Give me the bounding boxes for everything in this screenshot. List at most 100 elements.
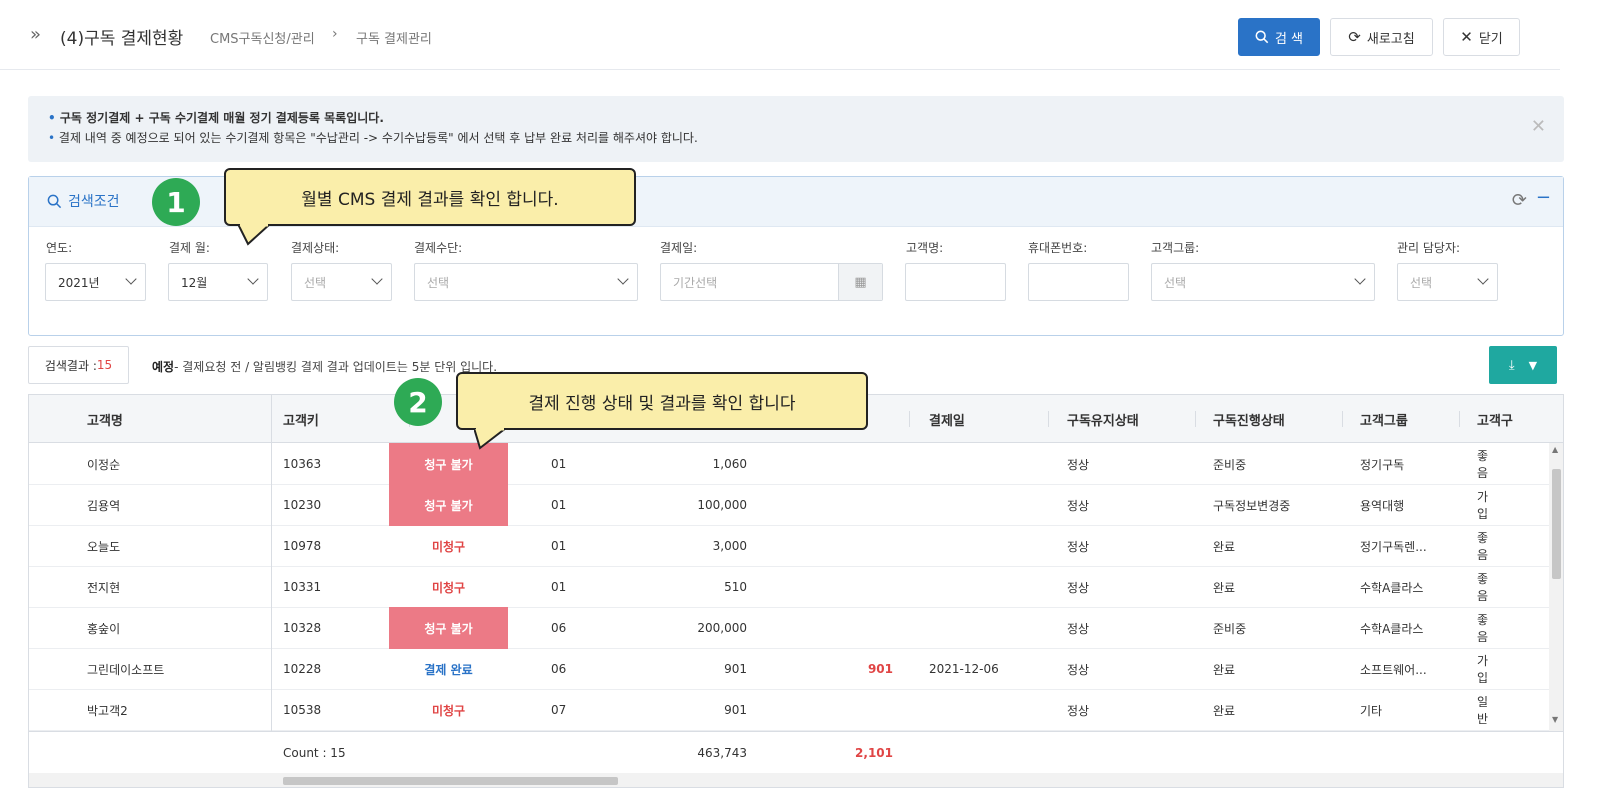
col-progress-status[interactable]: 구독진행상태: [1213, 395, 1285, 443]
col-keep-status[interactable]: 구독유지상태: [1067, 395, 1139, 443]
cell-amount: 510: [724, 580, 747, 594]
refresh-button[interactable]: ⟳ 새로고침: [1330, 18, 1433, 56]
notice-panel: 구독 정기결제 + 구독 수기결제 매월 정기 결제등록 목록입니다. 결제 내…: [28, 96, 1564, 162]
cell-extra: 좋음: [1477, 613, 1489, 644]
search-icon: [1255, 30, 1269, 44]
status-select[interactable]: 선택: [291, 263, 392, 301]
cell-amount: 200,000: [697, 621, 747, 635]
breadcrumb-item[interactable]: CMS구독신청/관리: [210, 28, 315, 47]
cell-amount: 901: [724, 662, 747, 676]
frozen-column-divider: [271, 395, 272, 787]
scroll-down-icon[interactable]: ▼: [1552, 715, 1558, 724]
cell-customer-key: 10538: [283, 703, 322, 717]
table-row[interactable]: 김용역 10230 01 100,000 정상 구독정보변경중 용역대행 가입 청구 불가: [29, 484, 1563, 526]
status-badge: 청구 불가: [389, 484, 508, 526]
cell-amount: 3,000: [712, 539, 747, 553]
cell-day: 01: [551, 457, 567, 471]
cell-keep-status: 정상: [1067, 498, 1090, 513]
result-count-value: 15: [96, 358, 113, 372]
collapse-icon[interactable]: −: [1536, 187, 1551, 208]
cell-customer-group: 정기구독: [1360, 457, 1405, 472]
status-badge: 미청구: [431, 539, 466, 554]
callout-pointer-2: [474, 428, 508, 450]
cell-extra: 가입: [1477, 654, 1489, 685]
expand-menu-icon[interactable]: »: [30, 24, 41, 45]
vertical-scrollbar[interactable]: ▲ ▼: [1549, 443, 1563, 731]
paydate-range-input[interactable]: 기간선택 ▦: [660, 263, 883, 301]
calendar-icon[interactable]: ▦: [838, 264, 882, 300]
scroll-thumb[interactable]: [1552, 469, 1561, 579]
year-label: 연도:: [46, 241, 73, 255]
cell-paydate: 2021-12-06: [929, 662, 999, 676]
close-icon: ✕: [1460, 28, 1473, 46]
scroll-thumb[interactable]: [283, 777, 618, 785]
cell-amount: 901: [724, 703, 747, 717]
chevron-down-icon: [371, 273, 383, 285]
cell-progress-status: 완료: [1213, 703, 1236, 718]
table-row[interactable]: 오늘도 10978 01 3,000 정상 완료 정기구독렌... 좋음 미청구: [29, 525, 1563, 567]
phone-input[interactable]: [1028, 263, 1129, 301]
scroll-up-icon[interactable]: ▲: [1552, 445, 1558, 454]
manager-select[interactable]: 선택: [1397, 263, 1498, 301]
col-extra[interactable]: 고객구: [1477, 395, 1513, 443]
table-row[interactable]: 박고객2 10538 07 901 정상 완료 기타 일반 미청구: [29, 689, 1563, 731]
cell-customer-name: 박고객2: [87, 703, 128, 718]
cell-extra: 가입: [1477, 490, 1489, 521]
close-button[interactable]: ✕ 닫기: [1443, 18, 1520, 56]
status-badge: 결제 완료: [424, 662, 473, 677]
header-divider: [909, 411, 910, 427]
col-customer-key[interactable]: 고객키: [283, 395, 319, 443]
breadcrumb-item-current: 구독 결제관리: [356, 32, 432, 47]
chevron-down-icon: [617, 273, 629, 285]
cell-customer-group: 용역대행: [1360, 498, 1405, 513]
header-divider: [1459, 411, 1460, 427]
cell-customer-name: 홍숲이: [87, 621, 121, 636]
month-select[interactable]: 12월: [168, 263, 268, 301]
chevron-down-icon: [125, 273, 137, 285]
search-panel-title[interactable]: 검색조건: [47, 191, 120, 211]
method-select[interactable]: 선택: [414, 263, 638, 301]
table-row[interactable]: 이정순 10363 01 1,060 정상 준비중 정기구독 좋음 청구 불가: [29, 443, 1563, 485]
grid-footer: Count : 15 463,743 2,101: [29, 731, 1563, 773]
notice-line: 결제 내역 중 예정으로 되어 있는 수기결제 항목은 "수납관리 -> 수기수…: [48, 128, 698, 148]
cell-paid: [829, 607, 893, 649]
customer-name-input[interactable]: [905, 263, 1006, 301]
year-select[interactable]: 2021년: [45, 263, 146, 301]
status-badge: 미청구: [431, 703, 466, 718]
footer-count: Count : 15: [283, 746, 346, 760]
month-label: 결제 월:: [169, 241, 210, 255]
table-row[interactable]: 그린데이소프트 10228 06 901 901 2021-12-06 정상 완료 소프트웨어.…: [29, 648, 1563, 690]
download-button[interactable]: ⤓ ▼: [1489, 346, 1557, 384]
status-badge: 미청구: [431, 580, 466, 595]
cell-progress-status: 완료: [1213, 580, 1236, 595]
search-icon: [47, 194, 62, 208]
group-select[interactable]: 선택: [1151, 263, 1375, 301]
cell-day: 01: [551, 498, 567, 512]
cell-customer-group: 기타: [1360, 703, 1383, 718]
cell-customer-name: 전지현: [87, 580, 121, 595]
cell-customer-name: 오늘도: [87, 539, 121, 554]
col-paydate[interactable]: 결제일: [929, 395, 965, 443]
cell-keep-status: 정상: [1067, 662, 1090, 677]
group-label: 고객그룹:: [1151, 241, 1200, 255]
cell-keep-status: 정상: [1067, 580, 1090, 595]
cell-keep-status: 정상: [1067, 621, 1090, 636]
cell-day: 07: [551, 703, 567, 717]
cell-paid: [829, 443, 893, 485]
chevron-down-icon: [247, 273, 259, 285]
cell-day: 01: [551, 580, 567, 594]
horizontal-scrollbar[interactable]: [29, 773, 1563, 787]
page-title: (4)구독 결제현황: [60, 29, 184, 49]
table-row[interactable]: 전지현 10331 01 510 정상 완료 수학A클라스 좋음 미청구: [29, 566, 1563, 608]
table-row[interactable]: 홍숲이 10328 06 200,000 정상 준비중 수학A클라스 좋음 청구 불가: [29, 607, 1563, 649]
notice-line: 구독 정기결제 + 구독 수기결제 매월 정기 결제등록 목록입니다.: [48, 108, 698, 128]
col-customer-group[interactable]: 고객그룹: [1360, 395, 1408, 443]
phone-label: 휴대폰번호:: [1028, 241, 1088, 255]
notice-close-icon[interactable]: ✕: [1531, 116, 1546, 137]
result-count: 검색결과 : 15: [28, 346, 129, 384]
col-customer-name[interactable]: 고객명: [87, 395, 123, 443]
search-button[interactable]: 검 색: [1238, 18, 1320, 56]
reset-icon[interactable]: ⟳: [1512, 190, 1527, 211]
cell-customer-key: 10331: [283, 580, 322, 594]
cell-extra: 좋음: [1477, 531, 1489, 562]
